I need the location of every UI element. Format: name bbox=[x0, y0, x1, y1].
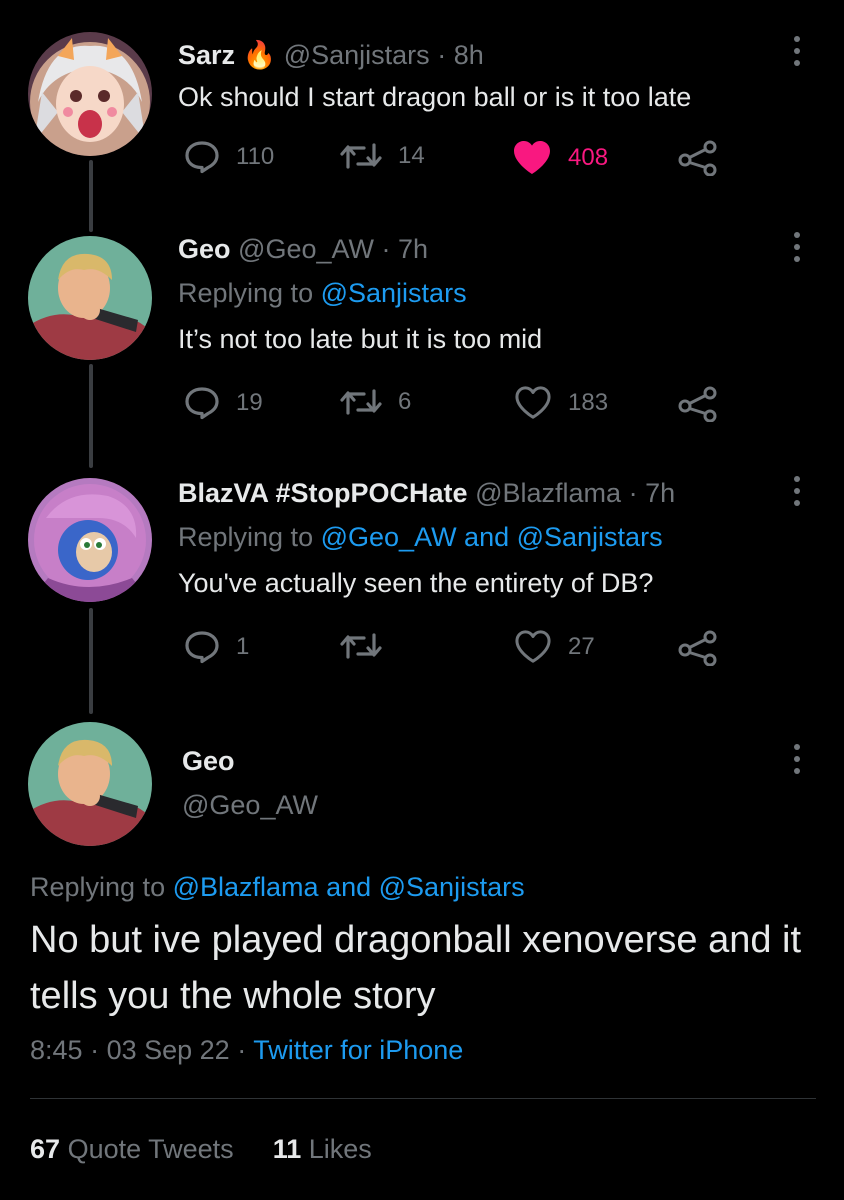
avatar[interactable] bbox=[28, 478, 152, 602]
thread-line bbox=[89, 608, 93, 714]
likes-link[interactable]: 11 Likes bbox=[273, 1134, 372, 1164]
quote-label: Quote Tweets bbox=[67, 1134, 234, 1164]
reply-button[interactable]: 19 bbox=[184, 386, 263, 420]
tweet-header: Geo @Geo_AW · 7h bbox=[178, 232, 428, 266]
like-button[interactable]: 27 bbox=[514, 630, 595, 664]
like-button[interactable]: 408 bbox=[512, 140, 608, 176]
handle[interactable]: @Geo_AW bbox=[238, 234, 374, 264]
replying-to: Replying to @Sanjistars bbox=[178, 276, 467, 310]
retweet-icon bbox=[340, 633, 382, 659]
heart-filled-icon bbox=[514, 141, 550, 174]
reply-icon bbox=[185, 387, 219, 420]
handle[interactable]: @Sanjistars bbox=[284, 40, 430, 70]
separator: · bbox=[437, 40, 447, 70]
retweet-count: 6 bbox=[398, 388, 412, 415]
like-button[interactable]: 183 bbox=[514, 386, 608, 420]
share-icon bbox=[678, 140, 717, 176]
thread-line bbox=[89, 160, 93, 232]
retweet-button[interactable]: 14 bbox=[340, 140, 425, 172]
timestamp[interactable]: 8h bbox=[454, 40, 484, 70]
replying-to-label: Replying to bbox=[30, 872, 166, 902]
avatar[interactable] bbox=[28, 236, 152, 360]
like-count: 11 bbox=[272, 1134, 302, 1164]
reply-button[interactable]: 110 bbox=[184, 140, 274, 174]
timestamp[interactable]: 7h bbox=[645, 478, 675, 508]
tweet-text: You've actually seen the entirety of DB? bbox=[178, 568, 654, 598]
retweet-button[interactable]: 6 bbox=[340, 386, 411, 418]
quote-tweets-link[interactable]: 67 Quote Tweets bbox=[30, 1134, 234, 1164]
share-icon bbox=[678, 386, 717, 422]
avatar[interactable] bbox=[28, 722, 152, 846]
like-label: Likes bbox=[308, 1134, 372, 1164]
separator: · bbox=[90, 1035, 100, 1065]
retweet-button[interactable] bbox=[340, 630, 382, 662]
display-name[interactable]: BlazVA #StopPOCHate bbox=[178, 478, 468, 508]
handle[interactable]: @Geo_AW bbox=[182, 790, 318, 821]
replying-to-link[interactable]: @Geo_AW and @Sanjistars bbox=[321, 522, 663, 552]
reply-button[interactable]: 1 bbox=[184, 630, 249, 664]
separator: · bbox=[237, 1035, 247, 1065]
handle[interactable]: @Blazflama bbox=[475, 478, 621, 508]
retweet-icon bbox=[340, 143, 382, 169]
retweet-count: 14 bbox=[398, 142, 425, 169]
replying-to-link[interactable]: @Blazflama and @Sanjistars bbox=[173, 872, 525, 902]
reply-icon bbox=[185, 141, 219, 174]
tweet-text: No but ive played dragonball xenoverse a… bbox=[30, 919, 802, 1017]
engagement-stats: 67 Quote Tweets 11 Likes bbox=[30, 1134, 372, 1165]
reply-icon bbox=[185, 631, 219, 664]
separator: · bbox=[381, 234, 391, 264]
timestamp[interactable]: 7h bbox=[398, 234, 428, 264]
fire-emoji: 🔥 bbox=[242, 40, 277, 70]
quote-count: 67 bbox=[30, 1134, 61, 1164]
retweet-icon bbox=[340, 389, 382, 415]
replying-to: Replying to @Blazflama and @Sanjistars bbox=[30, 872, 525, 903]
more-options-icon[interactable] bbox=[792, 476, 802, 512]
tweet-time[interactable]: 8:45 bbox=[30, 1035, 83, 1065]
reply-count: 110 bbox=[236, 143, 275, 170]
tweet-text: It’s not too late but it is too mid bbox=[178, 324, 543, 354]
avatar[interactable] bbox=[28, 32, 152, 156]
tweet-header: BlazVA #StopPOCHate @Blazflama · 7h bbox=[178, 476, 675, 510]
heart-icon bbox=[515, 630, 551, 663]
like-count: 27 bbox=[568, 633, 595, 660]
like-count: 183 bbox=[568, 389, 609, 416]
reply-count: 1 bbox=[236, 633, 250, 660]
like-count: 408 bbox=[568, 144, 609, 171]
display-name[interactable]: Sarz bbox=[178, 40, 235, 70]
display-name[interactable]: Geo bbox=[178, 234, 231, 264]
display-name[interactable]: Geo bbox=[182, 746, 235, 777]
tweet-text: Ok should I start dragon ball or is it t… bbox=[178, 82, 692, 112]
tweet-header: Sarz 🔥 @Sanjistars · 8h bbox=[178, 38, 484, 72]
tweet-source[interactable]: Twitter for iPhone bbox=[253, 1035, 463, 1065]
replying-to-label: Replying to bbox=[178, 278, 314, 308]
share-icon bbox=[678, 630, 717, 666]
replying-to-link[interactable]: @Sanjistars bbox=[321, 278, 467, 308]
heart-icon bbox=[515, 386, 551, 419]
share-button[interactable] bbox=[678, 140, 718, 176]
more-options-icon[interactable] bbox=[792, 232, 802, 268]
more-options-icon[interactable] bbox=[792, 744, 802, 780]
share-button[interactable] bbox=[678, 630, 718, 666]
more-options-icon[interactable] bbox=[792, 36, 802, 72]
thread-line bbox=[89, 364, 93, 468]
replying-to: Replying to @Geo_AW and @Sanjistars bbox=[178, 520, 663, 554]
divider bbox=[30, 1098, 816, 1099]
tweet-meta: 8:45 · 03 Sep 22 · Twitter for iPhone bbox=[30, 1035, 463, 1066]
reply-count: 19 bbox=[236, 389, 263, 416]
share-button[interactable] bbox=[678, 386, 718, 422]
replying-to-label: Replying to bbox=[178, 522, 314, 552]
separator: · bbox=[628, 478, 638, 508]
tweet-date[interactable]: 03 Sep 22 bbox=[107, 1035, 230, 1065]
